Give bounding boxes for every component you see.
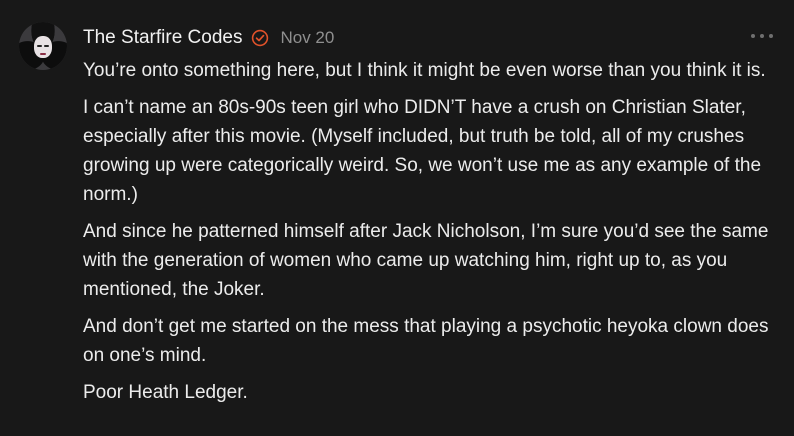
comment-body: You’re onto something here, but I think … (83, 56, 783, 415)
comment-paragraph: Poor Heath Ledger. (83, 382, 248, 403)
avatar[interactable] (19, 22, 67, 70)
avatar-eye-left (37, 45, 42, 47)
comment-paragraph: I can’t name an 80s-90s teen girl who DI… (83, 97, 762, 205)
comment: The Starfire Codes Nov 20 You’re onto so… (0, 0, 794, 436)
comment-header: The Starfire Codes Nov 20 (83, 26, 334, 50)
comment-paragraph: And don’t get me started on the mess tha… (83, 316, 769, 366)
author-name[interactable]: The Starfire Codes (83, 27, 242, 49)
more-options-icon[interactable] (751, 30, 773, 42)
avatar-lips (40, 53, 46, 55)
comment-paragraph: You’re onto something here, but I think … (83, 60, 766, 81)
comment-date[interactable]: Nov 20 (280, 28, 334, 48)
comment-paragraph: And since he patterned himself after Jac… (83, 221, 769, 300)
dot (769, 34, 773, 38)
avatar-eye-right (44, 45, 49, 47)
dot (760, 34, 764, 38)
verified-badge-icon (251, 29, 269, 47)
dot (751, 34, 755, 38)
